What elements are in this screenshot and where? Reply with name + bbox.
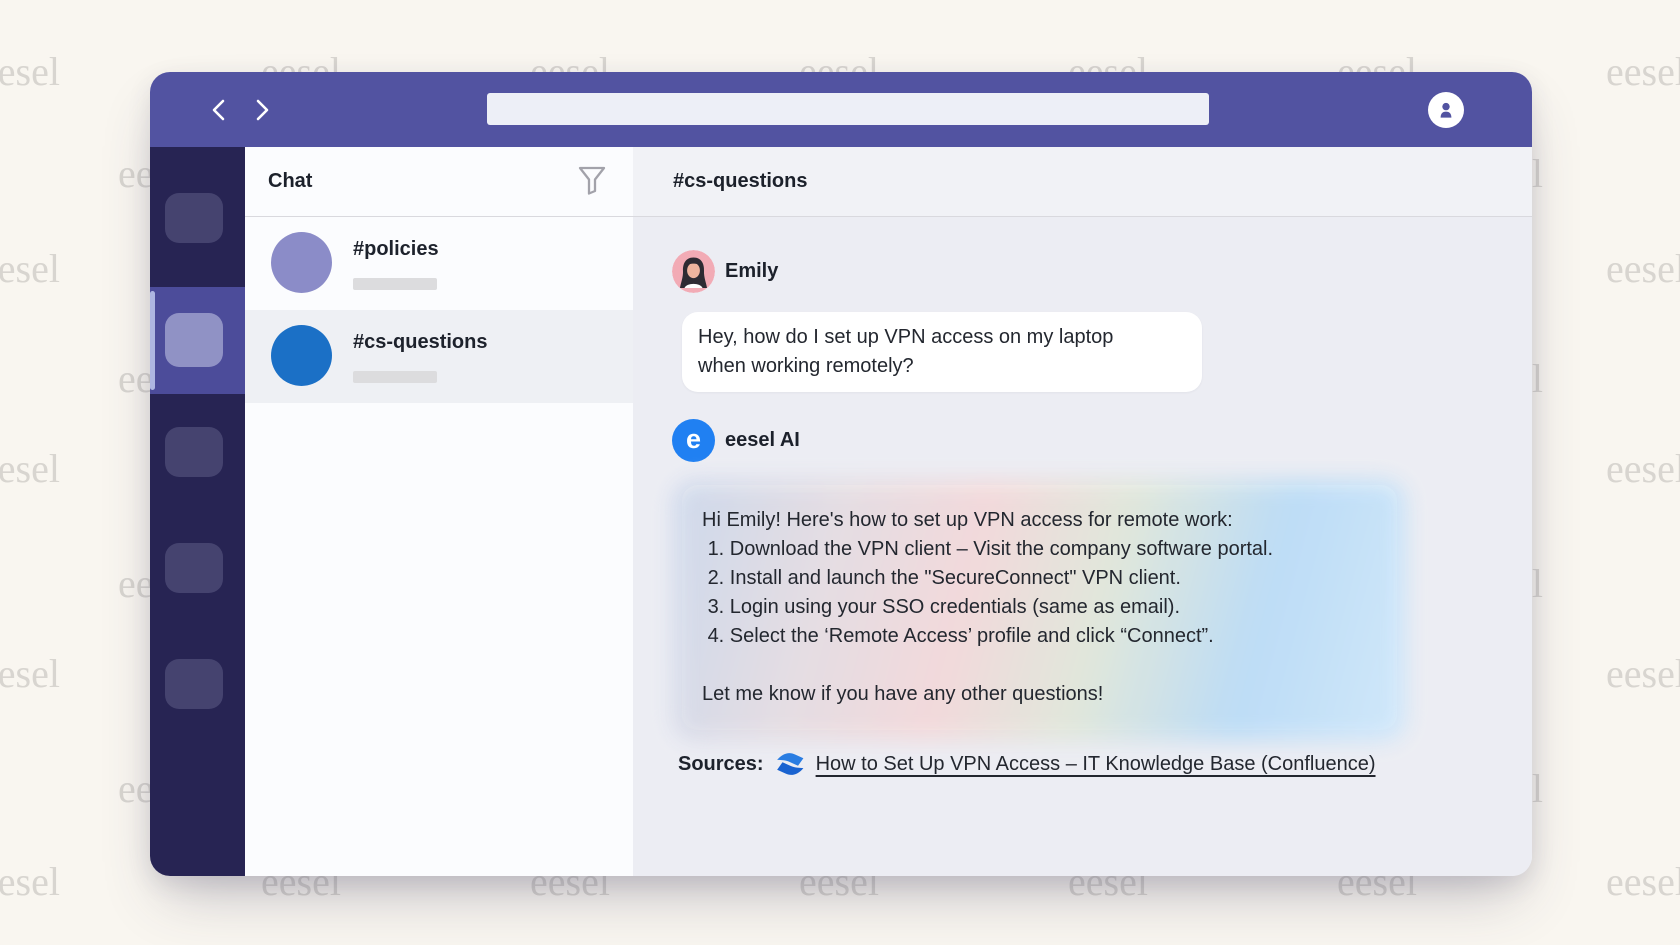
conversation-panel: #cs-questions Emily Hey, how do I set up…	[633, 147, 1532, 876]
channel-row-cs-questions[interactable]: #cs-questions	[245, 310, 633, 403]
person-icon	[1440, 102, 1452, 118]
header-divider	[245, 216, 1532, 217]
rail-item-3[interactable]	[165, 427, 223, 477]
message-line: Let me know if you have any other questi…	[702, 683, 1104, 705]
watermark-text: eesel	[1606, 446, 1680, 491]
chevron-right-icon	[256, 99, 269, 121]
watermark-text: eesel	[0, 859, 60, 904]
rail-item-4[interactable]	[165, 543, 223, 593]
chat-list-header: Chat	[245, 147, 633, 216]
message-line: 3. Login using your SSO credentials (sam…	[702, 596, 1181, 618]
eesel-ai-avatar: e	[672, 419, 715, 462]
message-line: Hi Emily! Here's how to set up VPN acces…	[702, 509, 1233, 531]
sources-label: Sources:	[678, 752, 764, 775]
watermark-text: eesel	[1606, 651, 1680, 696]
message-line: 1. Download the VPN client – Visit the c…	[702, 538, 1274, 560]
emily-avatar	[672, 250, 715, 293]
message-author: eesel AI	[725, 429, 800, 451]
message-author: Emily	[725, 260, 779, 282]
channel-preview-placeholder	[353, 371, 437, 383]
message-line: 2. Install and launch the "SecureConnect…	[702, 567, 1181, 589]
watermark-text: eesel	[1606, 246, 1680, 291]
channel-preview-placeholder	[353, 278, 437, 290]
back-button[interactable]	[207, 97, 233, 123]
forward-button[interactable]	[248, 97, 274, 123]
app-rail	[150, 147, 245, 876]
rail-item-2-icon	[165, 313, 223, 367]
woman-illustration-avatar	[672, 250, 715, 293]
rail-selection-indicator	[150, 291, 155, 390]
app-window: Chat #policies #cs-questions #cs-questio…	[150, 72, 1532, 876]
confluence-logo-icon	[776, 753, 803, 775]
watermark-text: eesel	[1606, 49, 1680, 94]
page-background: eesel eesel eesel eesel eesel eesel eesel eesel…	[0, 0, 1680, 945]
watermark-text: eesel	[0, 49, 60, 94]
rail-item-2-selected[interactable]	[150, 287, 245, 394]
rail-item-1[interactable]	[165, 193, 223, 243]
message-line: 4. Select the ‘Remote Access’ profile an…	[702, 625, 1214, 647]
conversation-header: #cs-questions	[633, 147, 1532, 216]
message-line: when working remotely?	[698, 355, 914, 377]
message-line	[702, 651, 1377, 680]
eesel-logo-e: e	[685, 424, 702, 454]
chevron-left-icon	[212, 99, 225, 121]
watermark-text: eesel	[0, 651, 60, 696]
source-link[interactable]: How to Set Up VPN Access – IT Knowledge …	[816, 753, 1376, 776]
watermark-text: eesel	[1606, 859, 1680, 904]
conversation-body: Emily Hey, how do I set up VPN access on…	[633, 217, 1532, 876]
conversation-title: #cs-questions	[673, 170, 808, 192]
emily-message-bubble: Hey, how do I set up VPN access on my la…	[682, 312, 1202, 392]
channel-avatar-policies	[271, 232, 332, 293]
channel-name: #policies	[353, 238, 439, 260]
ai-message-bubble: Hi Emily! Here's how to set up VPN acces…	[682, 485, 1397, 730]
channel-row-policies[interactable]: #policies	[245, 217, 633, 310]
profile-button[interactable]	[1428, 92, 1464, 128]
channel-avatar-cs-questions	[271, 325, 332, 386]
sources-row: Sources: How to Set Up VPN Access – IT K…	[678, 748, 1376, 780]
search-input[interactable]	[487, 93, 1209, 125]
channel-name: #cs-questions	[353, 331, 488, 353]
watermark-text: eesel	[0, 246, 60, 291]
chat-list-title: Chat	[268, 170, 313, 192]
watermark-text: eesel	[0, 446, 60, 491]
rail-item-5[interactable]	[165, 659, 223, 709]
funnel-icon	[578, 166, 606, 195]
message-line: Hey, how do I set up VPN access on my la…	[698, 326, 1114, 348]
filter-button[interactable]	[577, 165, 607, 197]
titlebar	[150, 72, 1532, 147]
chat-list-panel: Chat #policies #cs-questions	[245, 147, 633, 876]
